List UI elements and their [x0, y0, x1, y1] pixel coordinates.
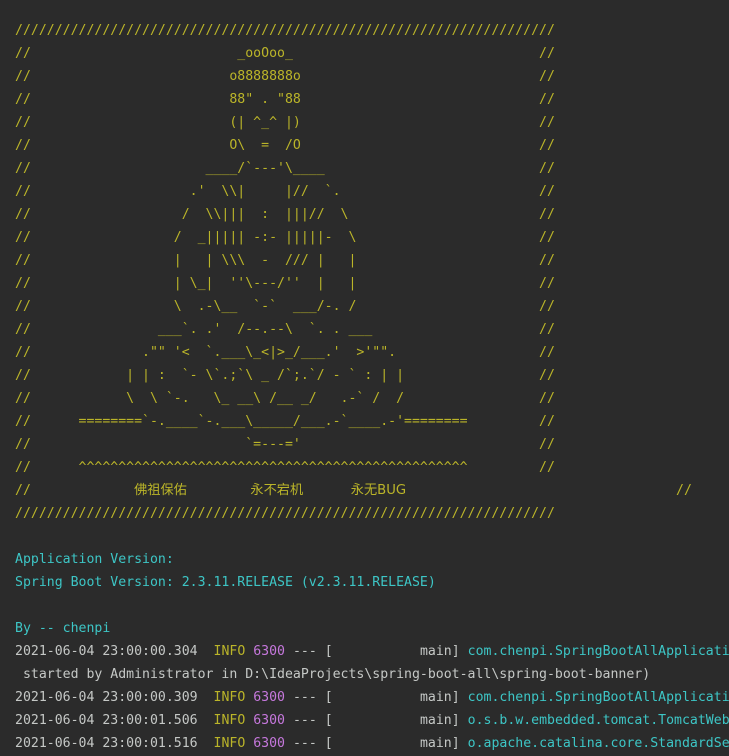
author-line: By -- chenpi	[15, 621, 111, 636]
blessing-3: 永无BUG	[350, 483, 407, 498]
log-pid: 6300	[253, 690, 285, 705]
banner-line: // \ \ `-. \_ __\ /__ _/ .-` / / //	[15, 391, 555, 406]
log-level: INFO	[213, 713, 246, 728]
banner-line: // | | : `- \`.;`\ _ /`;.`/ - ` : | | //	[15, 368, 555, 383]
log-line: 2021-06-04 23:00:00.309 INFO 6300 --- [ …	[15, 690, 729, 713]
log-line: 2021-06-04 23:00:00.304 INFO 6300 --- [ …	[15, 644, 729, 667]
console-lines: ////////////////////////////////////////…	[15, 23, 729, 756]
banner-blessing-line: // 佛祖保佑 永不宕机 永无BUG //	[15, 483, 729, 506]
console-output[interactable]: ////////////////////////////////////////…	[0, 0, 729, 756]
banner-blessing-prefix: //	[15, 483, 31, 498]
log-thread: main]	[332, 713, 468, 728]
banner-line: // 88" . "88 //	[15, 92, 555, 107]
spring-boot-version-line: Spring Boot Version: 2.3.11.RELEASE (v2.…	[15, 575, 436, 590]
log-separator: --- [	[285, 690, 333, 705]
banner-bottom-border: ////////////////////////////////////////…	[15, 506, 555, 521]
banner-line: // (| ^_^ |) //	[15, 115, 555, 130]
banner-top-border: ////////////////////////////////////////…	[15, 23, 555, 38]
banner-line: // `=---=' //	[15, 437, 555, 452]
log-level: INFO	[213, 644, 246, 659]
banner-line: // \ .-\__ `-` ___/-. / //	[15, 299, 555, 314]
log-logger: com.chenpi.SpringBootAllApplication	[467, 690, 729, 705]
banner-gap	[31, 483, 134, 498]
log-timestamp: 2021-06-04 23:00:01.506	[15, 713, 198, 728]
log-level: INFO	[213, 736, 246, 751]
log-separator: --- [	[285, 713, 333, 728]
log-timestamp: 2021-06-04 23:00:00.309	[15, 690, 198, 705]
log-continuation-line: started by Administrator in D:\IdeaProje…	[15, 667, 651, 682]
banner-line: // ___`. .' /--.--\ `. . ___ //	[15, 322, 555, 337]
log-pid: 6300	[253, 713, 285, 728]
application-version-line: Application Version:	[15, 552, 174, 567]
banner-line: // | | \\\ - /// | | //	[15, 253, 555, 268]
log-pid: 6300	[253, 644, 285, 659]
log-timestamp: 2021-06-04 23:00:00.304	[15, 644, 198, 659]
banner-line: // / \\||| : |||// \ //	[15, 207, 555, 222]
log-separator: --- [	[285, 644, 333, 659]
log-separator: --- [	[285, 736, 333, 751]
banner-gap	[303, 483, 351, 498]
banner-line: // o8888888o //	[15, 69, 555, 84]
banner-line: // O\ = /O //	[15, 138, 555, 153]
log-thread: main]	[332, 644, 468, 659]
blessing-1: 佛祖保佑	[134, 483, 187, 498]
banner-blessing-suffix: //	[676, 483, 692, 498]
log-pid: 6300	[253, 736, 285, 751]
banner-line: // | \_| ''\---/'' | | //	[15, 276, 555, 291]
banner-gap	[187, 483, 251, 498]
log-thread: main]	[332, 690, 468, 705]
log-level: INFO	[213, 690, 246, 705]
log-logger: o.apache.catalina.core.StandardService	[467, 736, 729, 751]
log-logger: com.chenpi.SpringBootAllApplication	[467, 644, 729, 659]
banner-line: // _ooOoo_ //	[15, 46, 555, 61]
log-logger: o.s.b.w.embedded.tomcat.TomcatWebServer	[467, 713, 729, 728]
log-line: 2021-06-04 23:00:01.516 INFO 6300 --- [ …	[15, 736, 729, 756]
banner-line: // ____/`---'\____ //	[15, 161, 555, 176]
banner-line: // ========`-.____`-.___\_____/___.-`___…	[15, 414, 555, 429]
banner-line: // / _||||| -:- |||||- \ //	[15, 230, 555, 245]
banner-line: // ^^^^^^^^^^^^^^^^^^^^^^^^^^^^^^^^^^^^^…	[15, 460, 555, 475]
blessing-2: 永不宕机	[250, 483, 304, 498]
log-thread: main]	[332, 736, 468, 751]
log-timestamp: 2021-06-04 23:00:01.516	[15, 736, 198, 751]
banner-line: // ."" '< `.___\_<|>_/___.' >'"". //	[15, 345, 555, 360]
log-line: 2021-06-04 23:00:01.506 INFO 6300 --- [ …	[15, 713, 729, 736]
banner-line: // .' \\| |// `. //	[15, 184, 555, 199]
